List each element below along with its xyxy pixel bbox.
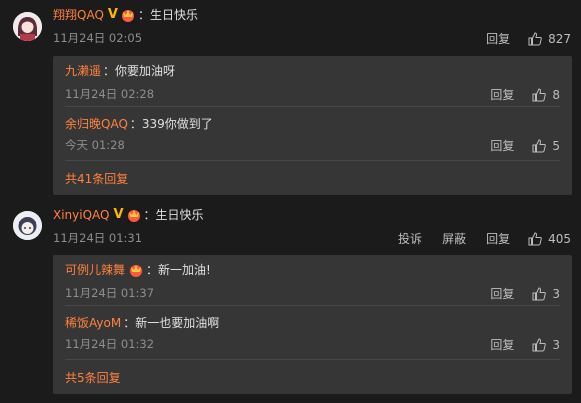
reply-button[interactable]: 回复 bbox=[490, 336, 514, 353]
like-button[interactable]: 8 bbox=[532, 88, 560, 102]
reply-username[interactable]: 余归晚QAQ bbox=[65, 117, 128, 131]
thumbs-up-icon bbox=[532, 337, 547, 351]
timestamp: 11月24日 02:05 bbox=[53, 31, 143, 45]
reply-item: 可例儿辣舞 ：新一加油! 11月24日 01:37 回复 3 bbox=[65, 261, 560, 301]
thumbs-up-icon bbox=[532, 87, 547, 101]
reply-actions: 回复 3 bbox=[470, 336, 560, 353]
like-count: 405 bbox=[548, 231, 571, 246]
like-button[interactable]: 5 bbox=[532, 139, 560, 153]
reply-username[interactable]: 九濑遥 bbox=[65, 64, 101, 78]
reply-item: 稀饭AyoM ：新一也要加油啊 11月24日 01:32 回复 3 bbox=[65, 314, 560, 352]
username[interactable]: 翔翔QAQ bbox=[53, 8, 104, 22]
thumbs-up-icon bbox=[532, 138, 547, 152]
comment-header: 翔翔QAQ V ：生日快乐 bbox=[53, 6, 198, 24]
reply-actions: 回复 5 bbox=[470, 137, 560, 154]
reply-actions: 回复 3 bbox=[470, 285, 560, 302]
reply-username[interactable]: 可例儿辣舞 bbox=[65, 263, 125, 277]
divider bbox=[65, 359, 560, 360]
reply-username[interactable]: 稀饭AyoM bbox=[65, 316, 121, 330]
avatar[interactable] bbox=[13, 211, 42, 240]
thumbs-up-icon bbox=[532, 286, 547, 300]
comment-header: XinyiQAQ V ：生日快乐 bbox=[53, 206, 204, 224]
reply-text: ：新一也要加油啊 bbox=[123, 316, 220, 330]
comment-text: ：生日快乐 bbox=[137, 8, 198, 22]
verified-v-icon: V bbox=[113, 207, 124, 222]
comment-actions: 投诉 屏蔽 回复 405 bbox=[378, 230, 571, 247]
reply-text: ：你要加油呀 bbox=[103, 64, 176, 78]
comment-text: ：生日快乐 bbox=[143, 208, 204, 222]
avatar[interactable] bbox=[13, 12, 42, 41]
block-button[interactable]: 屏蔽 bbox=[442, 230, 466, 247]
reply-button[interactable]: 回复 bbox=[490, 285, 514, 302]
username[interactable]: XinyiQAQ bbox=[53, 208, 109, 222]
comment-actions: 回复 827 bbox=[466, 30, 571, 47]
like-button[interactable]: 405 bbox=[528, 232, 571, 246]
verified-v-icon: V bbox=[107, 7, 118, 22]
reply-button[interactable]: 回复 bbox=[490, 86, 514, 103]
vip-crown-icon bbox=[121, 10, 134, 22]
divider bbox=[65, 160, 560, 161]
report-button[interactable]: 投诉 bbox=[398, 230, 422, 247]
reply-list: 九濑遥 ：你要加油呀 11月24日 02:28 回复 8 余归晚QAQ ：339你做… bbox=[53, 56, 572, 195]
timestamp: 11月24日 01:31 bbox=[53, 231, 143, 245]
reply-button[interactable]: 回复 bbox=[486, 230, 510, 247]
reply-actions: 回复 8 bbox=[470, 86, 560, 103]
reply-timestamp: 11月24日 01:32 bbox=[65, 337, 155, 351]
reply-timestamp: 11月24日 02:28 bbox=[65, 87, 155, 101]
reply-text: ：新一加油! bbox=[146, 263, 211, 277]
reply-timestamp: 11月24日 01:37 bbox=[65, 286, 155, 300]
reply-timestamp: 今天 01:28 bbox=[65, 138, 125, 152]
reply-text: ：339你做到了 bbox=[129, 117, 213, 131]
like-button[interactable]: 827 bbox=[528, 32, 571, 46]
like-button[interactable]: 3 bbox=[532, 338, 560, 352]
reply-item: 余归晚QAQ ：339你做到了 今天 01:28 回复 5 bbox=[65, 115, 560, 153]
divider bbox=[65, 106, 560, 107]
reply-button[interactable]: 回复 bbox=[490, 137, 514, 154]
reply-item: 九濑遥 ：你要加油呀 11月24日 02:28 回复 8 bbox=[65, 62, 560, 102]
divider bbox=[65, 305, 560, 306]
like-count: 5 bbox=[552, 138, 560, 153]
like-button[interactable]: 3 bbox=[532, 287, 560, 301]
like-count: 827 bbox=[548, 31, 571, 46]
view-more-replies-link[interactable]: 共41条回复 bbox=[65, 170, 128, 187]
reply-list: 可例儿辣舞 ：新一加油! 11月24日 01:37 回复 3 稀饭AyoM ：新一也… bbox=[53, 255, 572, 394]
thumbs-up-icon bbox=[528, 231, 542, 245]
vip-crown-icon bbox=[130, 265, 143, 277]
like-count: 8 bbox=[552, 87, 560, 102]
like-count: 3 bbox=[552, 337, 560, 352]
like-count: 3 bbox=[552, 286, 560, 301]
thumbs-up-icon bbox=[528, 31, 542, 45]
vip-crown-icon bbox=[127, 210, 140, 222]
reply-button[interactable]: 回复 bbox=[486, 30, 510, 47]
view-more-replies-link[interactable]: 共5条回复 bbox=[65, 369, 121, 386]
